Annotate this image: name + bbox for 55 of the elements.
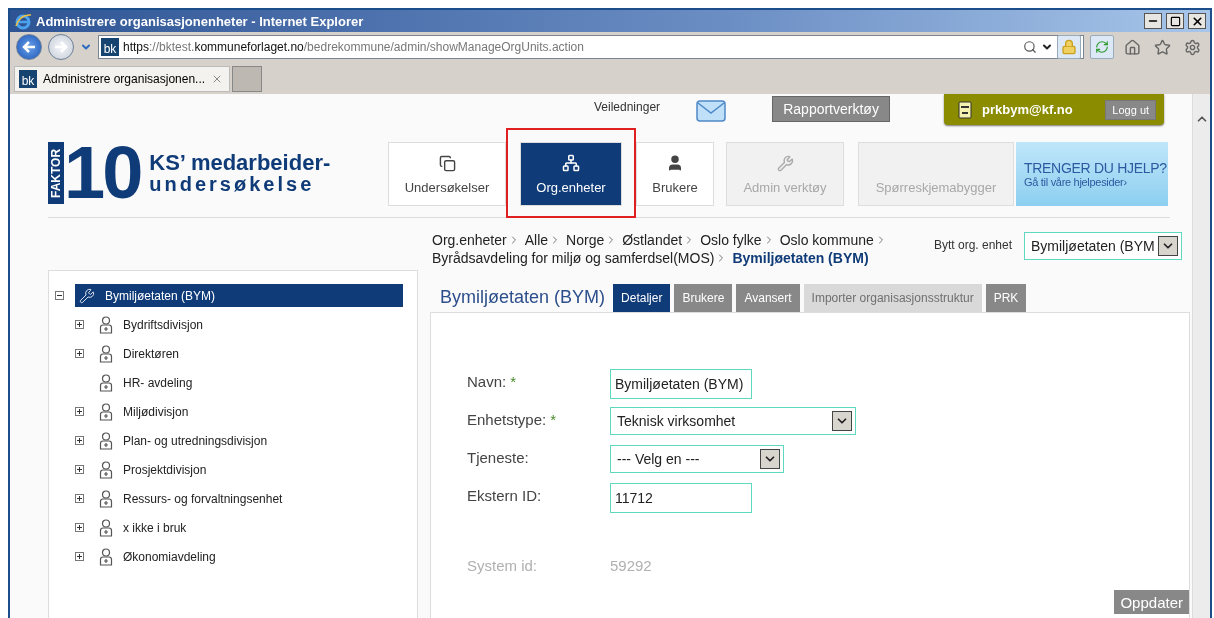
tree-item[interactable]: Miljødivisjon (95, 400, 403, 423)
tree-item[interactable]: Bydriftsdivisjon (95, 313, 403, 336)
field-label: Navn: (467, 373, 507, 390)
logo-number: 10 (64, 140, 142, 206)
select-field[interactable]: Teknisk virksomhet (610, 407, 856, 435)
tree-item[interactable]: x ikke i bruk (95, 516, 403, 539)
tree-item[interactable]: HR- avdeling (95, 371, 403, 394)
tree-item[interactable]: Direktøren (95, 342, 403, 365)
user-email: prkbym@kf.no (982, 102, 1074, 117)
logo-text: KS’ medarbeider- (149, 151, 331, 174)
browser-tab[interactable]: bk Administrere organisasjonen... (14, 66, 231, 92)
breadcrumb-link[interactable]: Bymiljøetaten (BYM) (732, 250, 869, 266)
nav-tile[interactable]: Org.enheter (520, 142, 622, 206)
select-field[interactable]: --- Velg en --- (610, 445, 784, 473)
report-button[interactable]: Rapportverktøy (772, 96, 891, 122)
nav-tile[interactable]: Undersøkelser (388, 142, 506, 206)
address-bar[interactable]: bk https://bktest.kommuneforlaget.no/bedrekommune/admin/showManageOrgUnits.action (98, 35, 1084, 59)
switch-label: Bytt org. enhet (933, 238, 1012, 252)
guides-link[interactable]: Veiledninger (594, 100, 661, 114)
tree-item[interactable]: Bymiljøetaten (BYM) (75, 284, 403, 307)
breadcrumb-link[interactable]: Oslo fylke (700, 232, 780, 248)
org-unit-select[interactable]: Bymiljøetaten (BYM (1024, 232, 1182, 260)
field-label: Tjeneste: (467, 449, 529, 466)
tree-item[interactable]: Økonomiavdeling (95, 545, 403, 568)
detail-tab[interactable]: Detaljer (613, 284, 671, 312)
breadcrumb-link[interactable]: Østlandet (622, 232, 701, 248)
required-mark: * (510, 373, 517, 390)
breadcrumb-link[interactable]: Norge (566, 232, 623, 248)
detail-tab[interactable]: Brukere (674, 284, 733, 312)
unit-title: Bymiljøetaten (BYM) (440, 287, 606, 308)
breadcrumb-link[interactable]: Byrådsavdeling for miljø og samferdsel(MOS) (432, 250, 733, 266)
breadcrumb-link[interactable]: Alle (524, 232, 567, 248)
breadcrumb-link[interactable]: Org.enheter (432, 232, 525, 248)
text-field[interactable]: Bymiljøetaten (BYM) (610, 369, 752, 399)
logout-button[interactable]: Logg ut (1105, 99, 1157, 120)
site-logo: bk (19, 70, 37, 88)
logo-tag: FAKTOR (48, 142, 64, 204)
update-button[interactable]: Oppdater (1114, 590, 1189, 614)
logo-text: undersøkelse (149, 174, 316, 195)
tree-item[interactable]: Prosjektdivisjon (95, 458, 403, 481)
text-field[interactable]: 11712 (610, 483, 752, 513)
tree-item[interactable]: Ressurs- og forvaltningsenhet (95, 487, 403, 510)
tree-item[interactable]: Plan- og utredningsdivisjon (95, 429, 403, 452)
field-value: 59292 (610, 556, 652, 574)
required-mark: * (550, 411, 557, 428)
nav-tile[interactable]: Brukere (636, 142, 714, 206)
help-banner[interactable]: TRENGER DU HJELP? Gå til våre hjelpesider› (1016, 142, 1168, 206)
detail-tab[interactable]: Avansert (736, 284, 800, 312)
window-title: Administrere organisasjonenheter - Internet Explorer (36, 13, 365, 29)
breadcrumb-link[interactable]: Oslo kommune (779, 232, 892, 248)
field-label: System id: (467, 557, 538, 574)
field-label: Enhetstype: (467, 411, 547, 428)
field-label: Ekstern ID: (467, 487, 542, 504)
detail-tab[interactable]: PRK (985, 284, 1027, 312)
site-logo: bk (101, 38, 119, 56)
